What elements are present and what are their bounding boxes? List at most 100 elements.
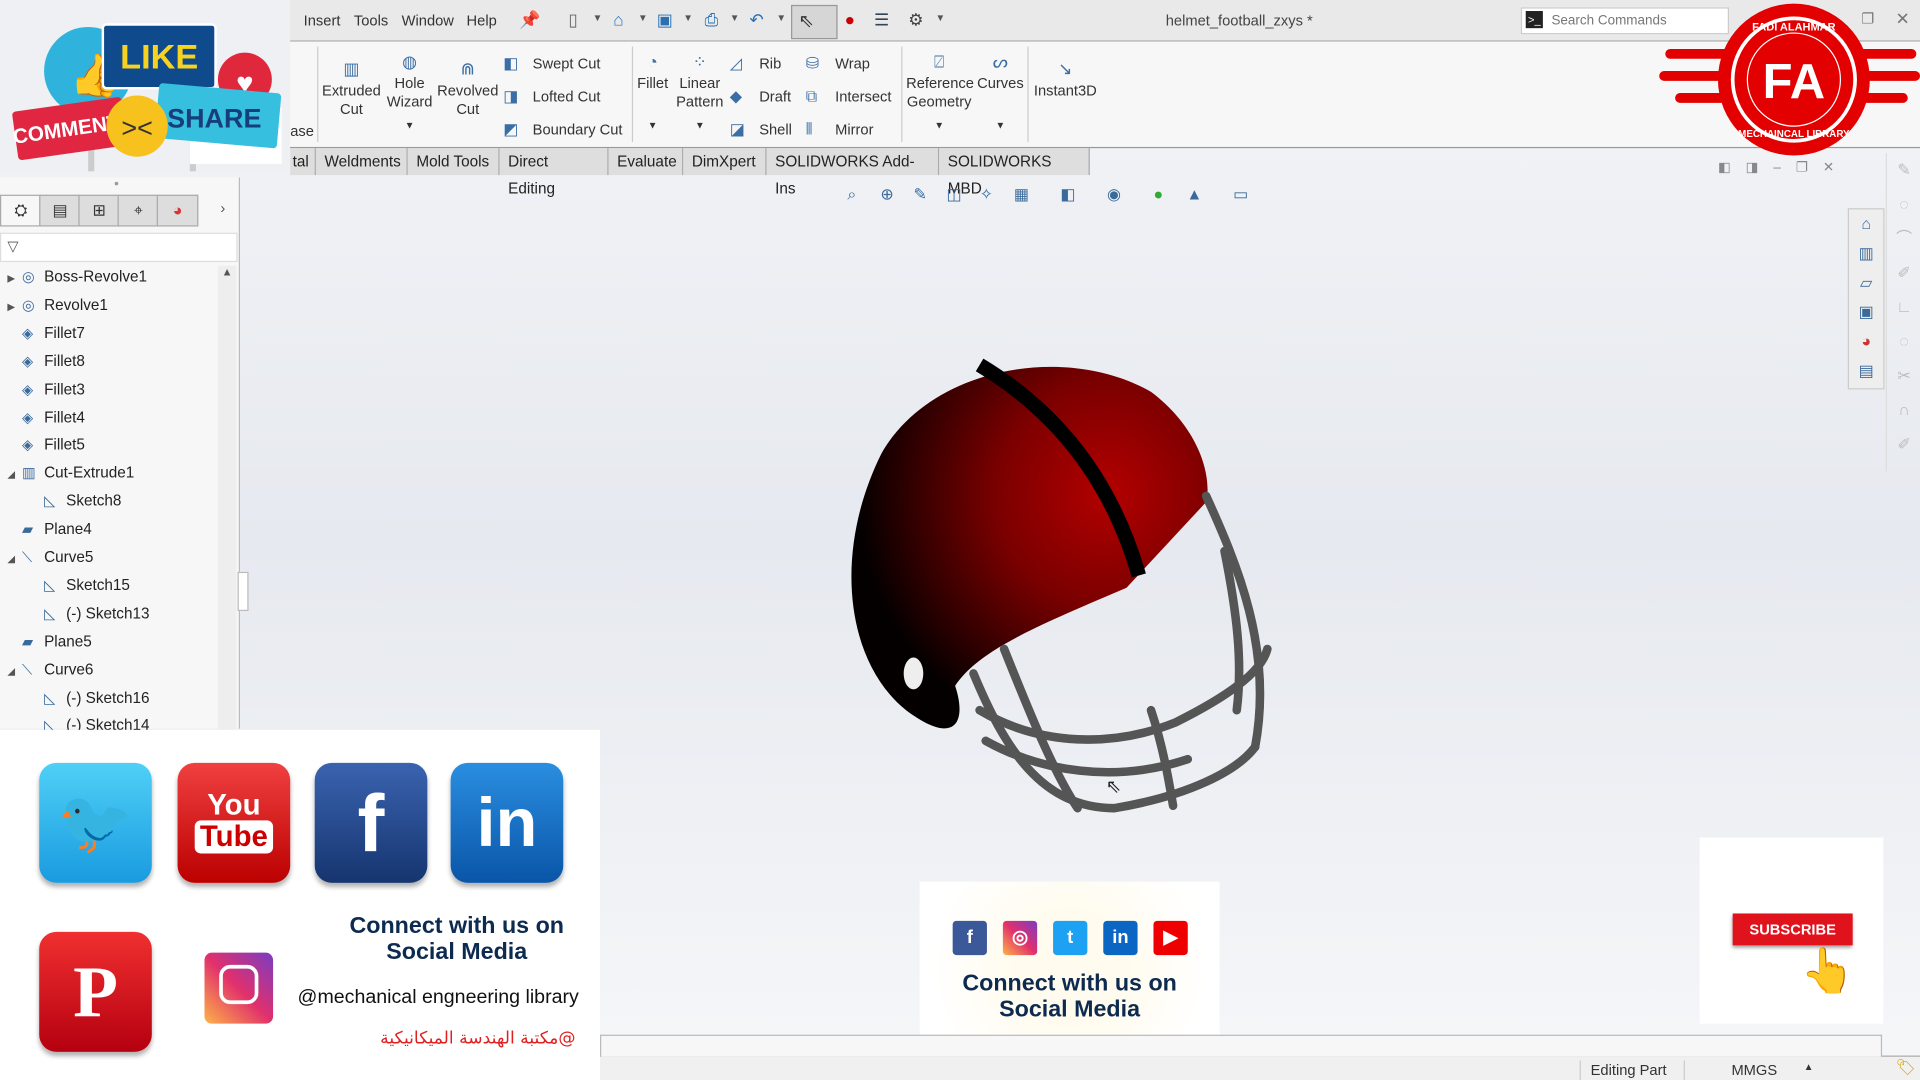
dimxpert-manager-tab[interactable]: ⌖ [117,194,160,227]
facebook-icon[interactable]: f [952,920,987,956]
display-style-icon[interactable]: ◧ [1060,185,1075,205]
linkedin-icon[interactable]: in [1103,920,1138,956]
tree-item[interactable]: ▶ ◎ Boss-Revolve1 [7,268,147,285]
view-palette-icon[interactable]: ▣ [1856,302,1876,322]
tree-item[interactable]: ◺ Sketch8 [29,492,121,509]
tree-scrollbar[interactable]: ▲ [217,265,237,729]
appearances-icon[interactable]: ◕ [1856,332,1876,352]
hide-show-icon[interactable]: ◉ [1107,185,1121,205]
expand-toggle-icon[interactable]: ◢ [7,469,22,480]
select-button[interactable]: ⇖ [791,4,838,40]
expand-toggle-icon[interactable]: ◢ [7,666,22,677]
facebook-icon[interactable]: f [314,762,428,883]
chevron-down-icon[interactable]: ▼ [776,12,786,23]
previous-view-icon[interactable]: ✎ [913,185,926,205]
display-manager-tab[interactable]: ◕ [156,194,199,227]
hole-wizard-button[interactable]: ◍ Hole Wizard ▼ [382,51,437,134]
panel-collapse-handle[interactable] [237,571,249,612]
expand-toggle-icon[interactable]: ▶ [7,273,22,284]
menu-insert[interactable]: Insert [304,12,341,29]
chevron-down-icon[interactable]: ▼ [730,12,740,23]
revolved-cut-button[interactable]: ⋒ Revolved Cut [437,59,498,119]
tab-dimxpert[interactable]: DimXpert [683,148,767,176]
tab-direct-editing[interactable]: Direct Editing [499,148,609,197]
chevron-down-icon[interactable]: ▼ [672,116,727,134]
wrap-button[interactable]: ⛁ Wrap [806,54,870,74]
curves-button[interactable]: ᔕ Curves ▼ [976,51,1025,134]
draft-button[interactable]: ◆ Draft [730,87,791,107]
save-icon[interactable]: ▣ [655,10,675,30]
tree-item[interactable]: ▰ Plane5 [7,633,92,650]
helmet-3d-model[interactable] [833,343,1298,833]
tree-item[interactable]: ◺ Sketch15 [29,577,130,594]
panel-splitter-handle[interactable]: ● [114,180,119,189]
twitter-icon[interactable]: t [1053,920,1088,956]
youtube-icon[interactable]: ▶ [1153,920,1188,956]
file-properties-icon[interactable]: ☰ [872,10,892,30]
menu-help[interactable]: Help [467,12,497,29]
property-manager-tab[interactable]: ▤ [39,194,81,227]
tree-item[interactable]: ◈ Fillet7 [7,324,85,341]
custom-properties-icon[interactable]: ▤ [1856,361,1876,381]
youtube-icon[interactable]: You Tube [177,762,291,883]
tree-item[interactable]: ◈ Fillet4 [7,408,85,425]
edit-appearance-icon[interactable]: ● [1153,185,1163,203]
view-orientation-icon[interactable]: ▦ [1014,185,1029,205]
tree-item[interactable]: ◢ ⟍ Curve5 [7,549,93,567]
expand-toggle-icon[interactable]: ▶ [7,301,22,312]
menu-window[interactable]: Window [402,12,454,29]
tree-item[interactable]: ▰ Plane4 [7,521,92,538]
intersect-button[interactable]: ⧉ Intersect [806,87,892,107]
linear-pattern-button[interactable]: ⁘ Linear Pattern ▼ [672,51,727,134]
instant3d-button[interactable]: ↘ Instant3D [1032,59,1098,101]
print-icon[interactable]: ⎙ [702,10,722,30]
chevron-down-icon[interactable]: ▼ [593,12,603,23]
fillet-button[interactable]: ◔ Fillet ▼ [633,51,672,134]
tree-item[interactable]: ◈ Fillet5 [7,436,85,453]
tree-item[interactable]: ◢ ▥ Cut-Extrude1 [7,464,134,481]
pinterest-icon[interactable]: P [39,931,152,1052]
twitter-icon[interactable]: 🐦 [39,762,152,883]
tree-filter[interactable]: ▽ [0,232,238,263]
tree-item[interactable]: ◺ (-) Sketch13 [29,605,149,622]
tree-item[interactable]: ◢ ⟍ Curve6 [7,661,93,679]
swept-cut-button[interactable]: ◧ Swept Cut [503,54,600,74]
tree-item[interactable]: ◈ Fillet8 [7,352,85,369]
configuration-manager-tab[interactable]: ⊞ [78,194,121,227]
chevron-down-icon[interactable]: ▼ [936,12,946,23]
chevron-down-icon[interactable]: ▼ [976,116,1025,134]
zoom-to-area-icon[interactable]: ⊕ [880,185,893,205]
tab-sheet-metal[interactable]: tal [290,148,316,176]
tab-weldments[interactable]: Weldments [315,148,408,176]
rib-button[interactable]: ◿ Rib [730,54,781,74]
scroll-up-icon[interactable]: ▲ [222,266,233,278]
home-icon[interactable]: ⌂ [1856,214,1876,234]
expand-toggle-icon[interactable]: ◢ [7,553,22,564]
unit-system[interactable]: MMGS [1731,1062,1777,1079]
rebuild-icon[interactable]: ● [840,10,860,30]
tag-icon[interactable]: 🏷 [1896,1058,1916,1078]
pin-icon[interactable]: 📌 [519,10,540,30]
chevron-down-icon[interactable]: ▼ [382,116,437,134]
chevron-down-icon[interactable]: ▼ [906,116,972,134]
section-view-icon[interactable]: ◫ [947,185,962,205]
file-explorer-icon[interactable]: ▱ [1856,273,1876,293]
tree-item[interactable]: ▶ ◎ Revolve1 [7,296,108,313]
mirror-button[interactable]: ⫴ Mirror [806,120,874,140]
menu-tools[interactable]: Tools [354,12,388,29]
extruded-cut-button[interactable]: ▥ Extruded Cut [321,59,382,119]
dynamic-annotation-icon[interactable]: ✧ [980,185,993,205]
linkedin-icon[interactable]: in [450,762,564,883]
feature-manager-tab[interactable]: ⛭ [0,194,42,227]
reference-geometry-button[interactable]: ⍁ Reference Geometry ▼ [906,51,974,134]
tab-solidworks-add-ins[interactable]: SOLIDWORKS Add-Ins [766,148,940,197]
chevron-up-icon[interactable]: ▲ [1804,1062,1814,1073]
view-settings-icon[interactable]: ▭ [1233,185,1248,205]
new-document-icon[interactable]: ▯ [563,10,583,30]
design-library-icon[interactable]: ▥ [1856,244,1876,264]
boundary-cut-button[interactable]: ◩ Boundary Cut [503,120,622,140]
lofted-cut-button[interactable]: ◨ Lofted Cut [503,87,600,107]
instagram-icon[interactable] [204,952,274,1024]
chevron-down-icon[interactable]: ▼ [633,116,672,134]
open-folder-icon[interactable]: ⌂ [609,10,629,30]
